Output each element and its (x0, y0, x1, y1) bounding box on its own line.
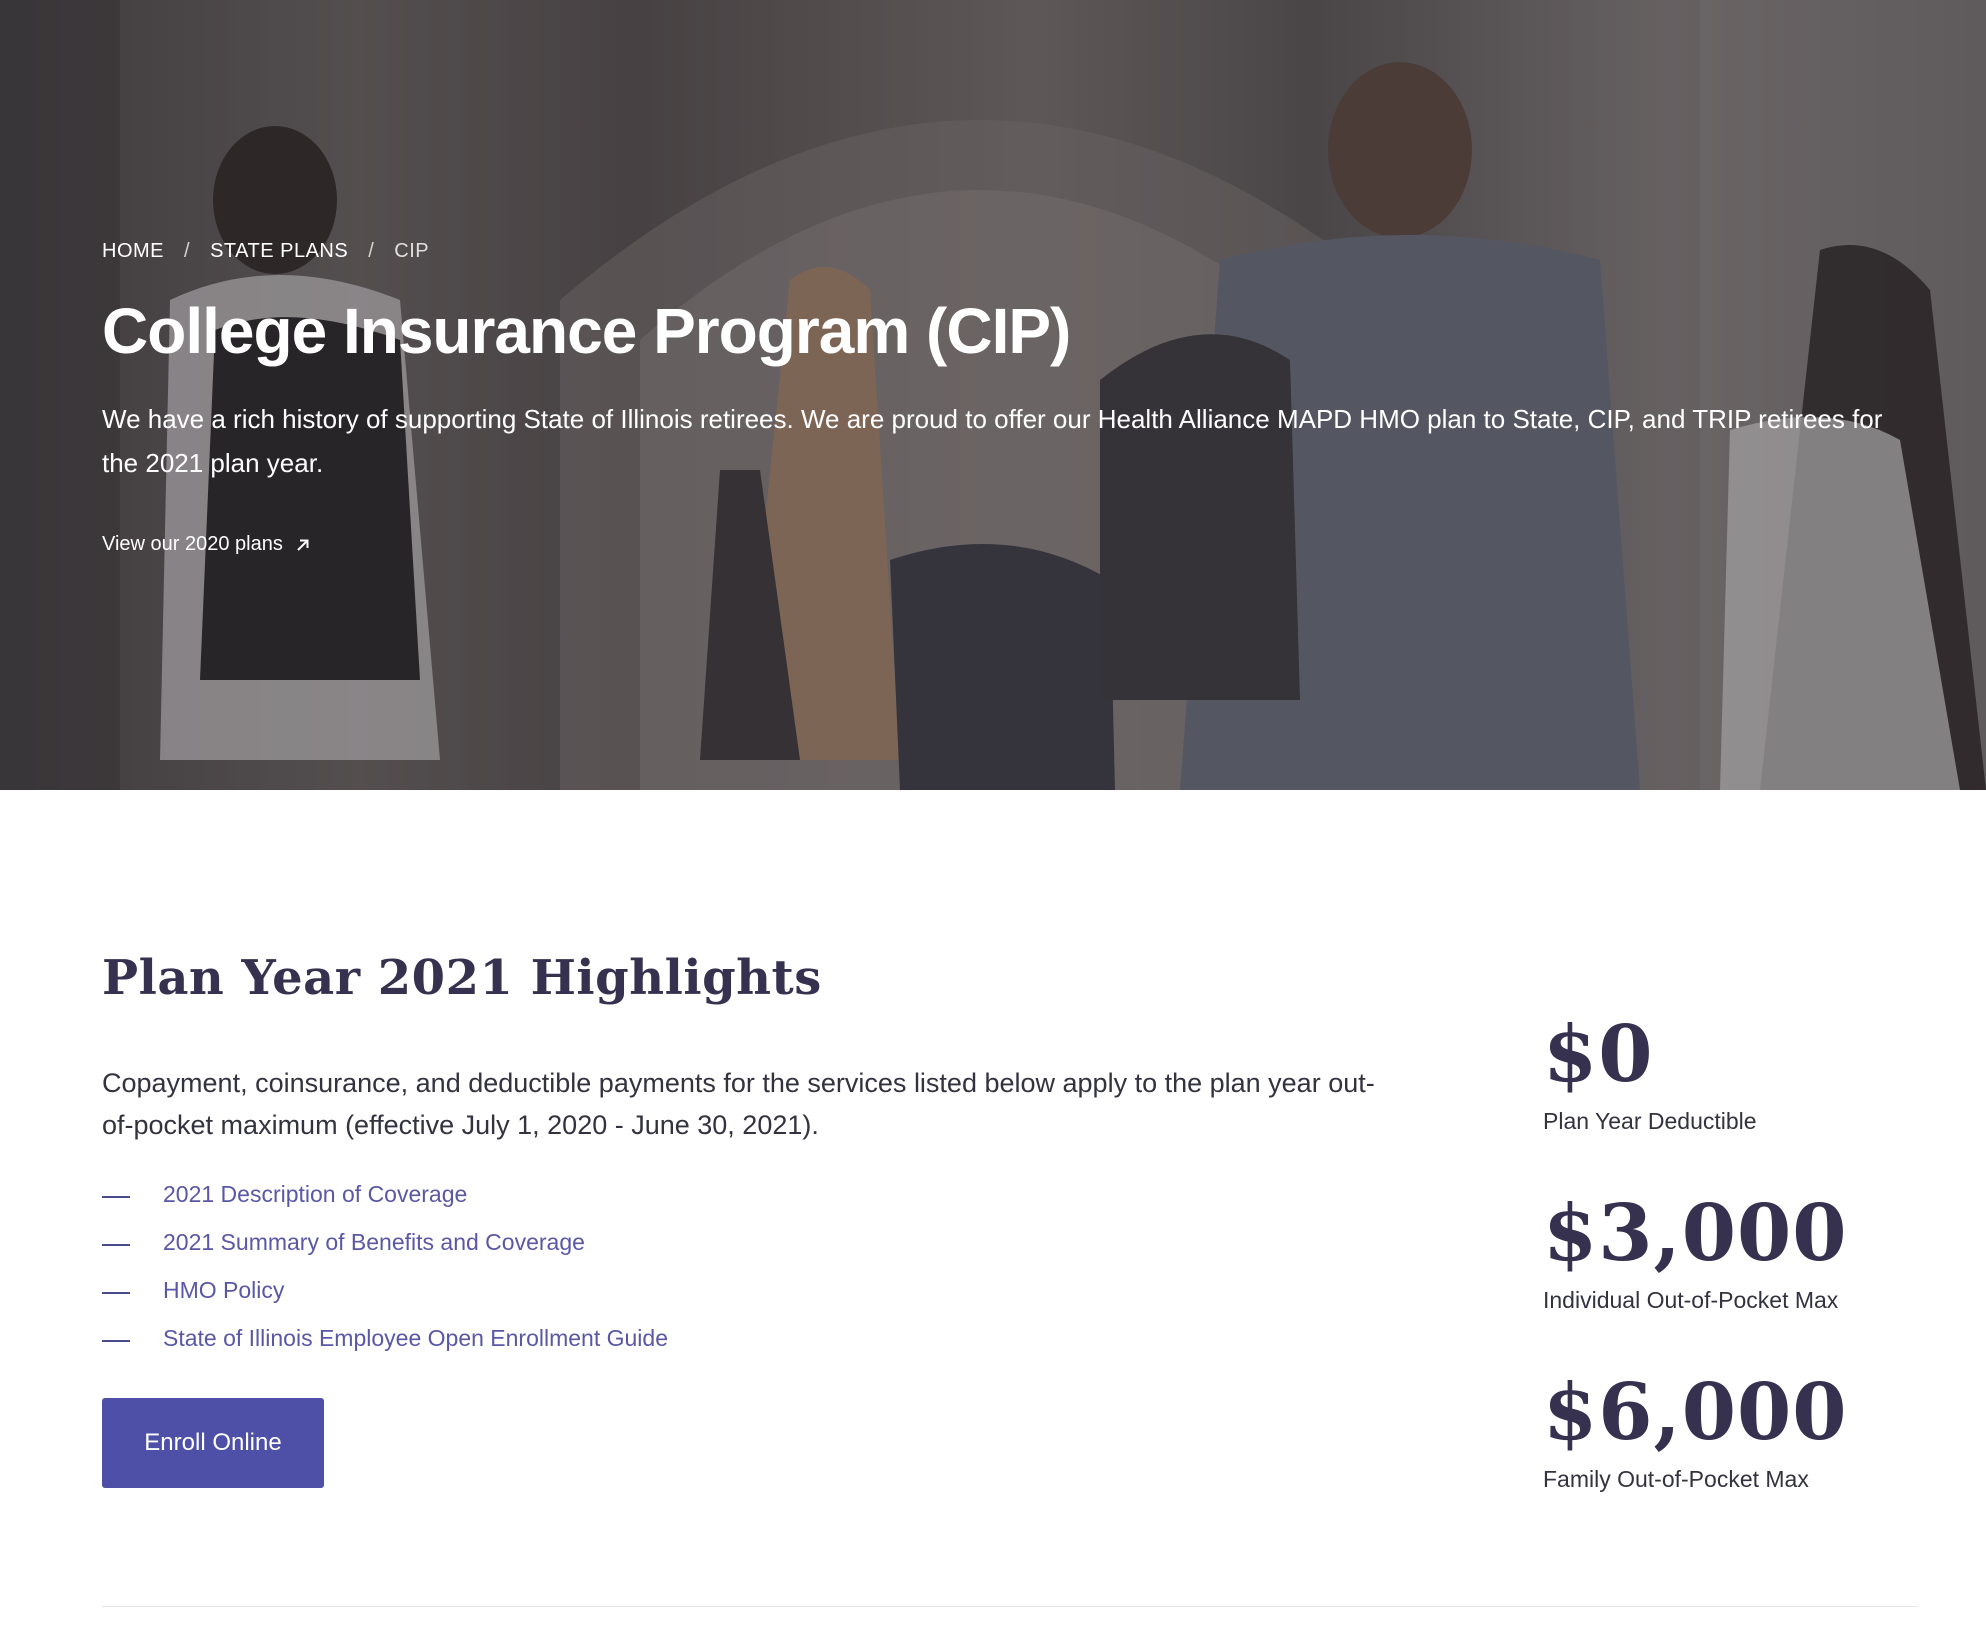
hero-banner: HOME / STATE PLANS / CIP College Insuran… (0, 0, 1986, 790)
main-content: Plan Year 2021 Highlights Copayment, coi… (102, 790, 1920, 1632)
list-item: State of Illinois Employee Open Enrollme… (102, 1314, 668, 1362)
plan-stats: $0 Plan Year Deductible $3,000 Individua… (1543, 1010, 1903, 1547)
stat-label: Family Out-of-Pocket Max (1543, 1466, 1809, 1492)
dash-icon (102, 1292, 130, 1294)
breadcrumb-state-plans-link[interactable]: STATE PLANS (210, 240, 348, 263)
stat-value: $6,000 (1543, 1367, 1848, 1458)
breadcrumb-separator: / (368, 240, 375, 262)
breadcrumb: HOME / STATE PLANS / CIP (102, 240, 1902, 263)
stat-value: $3,000 (1543, 1188, 1848, 1279)
breadcrumb-current: CIP (394, 240, 430, 262)
enroll-online-button[interactable]: Enroll Online (102, 1398, 324, 1488)
dash-icon (102, 1244, 130, 1246)
stat-value: $0 (1543, 1009, 1654, 1100)
stat-label: Plan Year Deductible (1543, 1108, 1757, 1134)
highlights-title: Plan Year 2021 Highlights (102, 950, 822, 1006)
list-item: HMO Policy (102, 1266, 668, 1314)
description-of-coverage-link[interactable]: 2021 Description of Coverage (163, 1181, 467, 1208)
page-title: College Insurance Program (CIP) (102, 295, 1071, 367)
stat-individual-max: $3,000 Individual Out-of-Pocket Max (1543, 1189, 1903, 1368)
highlights-description: Copayment, coinsurance, and deductible p… (102, 1068, 1375, 1140)
hmo-policy-link[interactable]: HMO Policy (163, 1277, 284, 1304)
document-links-list: 2021 Description of Coverage 2021 Summar… (102, 1170, 668, 1362)
hero-content: HOME / STATE PLANS / CIP College Insuran… (102, 240, 1902, 556)
dash-icon (102, 1196, 130, 1198)
arrow-up-right-icon (297, 539, 309, 551)
summary-of-benefits-link[interactable]: 2021 Summary of Benefits and Coverage (163, 1229, 585, 1256)
view-2020-plans-link[interactable]: View our 2020 plans (102, 533, 311, 556)
section-divider (102, 1606, 1918, 1607)
breadcrumb-separator: / (184, 240, 191, 262)
hero-description: We have a rich history of supporting Sta… (102, 404, 1883, 478)
stat-family-max: $6,000 Family Out-of-Pocket Max (1543, 1368, 1903, 1547)
dash-icon (102, 1340, 130, 1342)
view-2020-plans-label: View our 2020 plans (102, 533, 283, 555)
open-enrollment-guide-link[interactable]: State of Illinois Employee Open Enrollme… (163, 1325, 668, 1352)
breadcrumb-home-link[interactable]: HOME (102, 240, 164, 263)
list-item: 2021 Description of Coverage (102, 1170, 668, 1218)
stat-label: Individual Out-of-Pocket Max (1543, 1287, 1839, 1313)
stat-deductible: $0 Plan Year Deductible (1543, 1010, 1903, 1189)
list-item: 2021 Summary of Benefits and Coverage (102, 1218, 668, 1266)
